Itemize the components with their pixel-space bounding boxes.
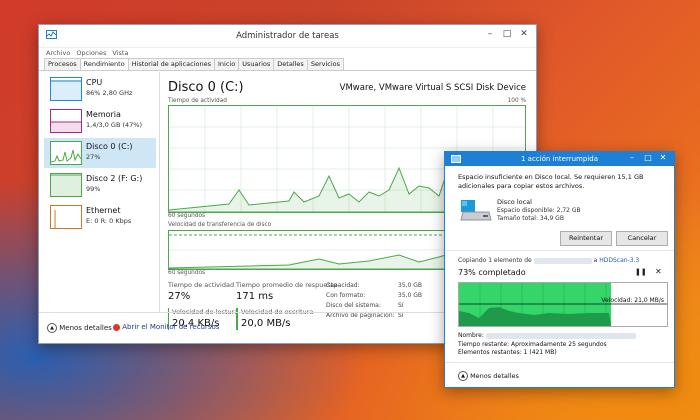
memory-thumbnail-graph [50,109,82,133]
divider [445,250,674,251]
disk-name: Disco local [497,198,532,206]
progress-text: 73% completado [458,268,526,277]
resource-monitor-icon [113,323,120,331]
less-details-button[interactable]: ▲ Menos detalles [47,323,112,333]
copy-interrupted-dialog: 1 acción interrumpida – □ ✕ Espacio insu… [444,151,675,388]
graph2-label: Velocidad de transferencia de disco [168,222,272,228]
tab-procesos[interactable]: Procesos [44,58,81,70]
disk-total: Tamaño total: 34,9 GB [497,215,564,222]
dialog-maximize-icon[interactable]: □ [640,153,656,162]
sidebar-item-disco-2[interactable]: Disco 2 (F: G:) 99% [44,170,156,200]
copying-to: a [593,257,598,264]
chevron-up-icon: ▲ [47,323,57,333]
dialog-close-icon[interactable]: ✕ [655,153,671,162]
cpu-thumbnail-graph [50,77,82,101]
maximize-icon[interactable]: □ [499,29,515,39]
info-system-value: Sí [398,302,404,309]
copy-speed-graph: Velocidad: 21,0 MB/s [458,282,668,327]
menu-archivo[interactable]: Archivo [46,49,70,57]
sidebar-item-disco-0[interactable]: Disco 0 (C:) 27% [44,138,156,168]
menu-vista[interactable]: Vista [112,49,128,57]
info-capacity-value: 35,0 GB [398,282,423,289]
task-manager-titlebar[interactable]: Administrador de tareas – □ ✕ [39,25,536,48]
activity-value: 27% [168,291,191,302]
error-message: Espacio insuficiente en Disco local. Se … [458,173,644,190]
disk2-thumbnail-graph [50,173,82,197]
items-remaining: Elementos restantes: 1 (421 MB) [458,349,557,356]
menu-bar: Archivo Opciones Vista [39,48,536,58]
speed-label: Velocidad: 21,0 MB/s [601,297,664,304]
open-resource-monitor-link[interactable]: Abrir el Monitor de recursos [113,323,219,331]
tab-detalles[interactable]: Detalles [273,58,308,70]
disk-free: Espacio disponible: 2,72 GB [497,207,581,214]
speed-curve [459,283,667,326]
sidebar-item-sub: 1,4/3,0 GB (47%) [86,121,143,129]
sidebar-item-sub: 27% [86,153,101,161]
sidebar-item-sub: 99% [86,185,101,193]
info-capacity-key: Capacidad: [326,282,360,289]
response-label: Tiempo promedio de respuesta [236,281,338,289]
copy-status-line: Copiando 1 elemento de a HDDScan-3.3 [458,257,670,264]
tab-bar: Procesos Rendimiento Historial de aplica… [39,58,536,71]
resource-monitor-label: Abrir el Monitor de recursos [122,323,220,331]
window-title: Administrador de tareas [236,31,339,41]
graph1-label: Tiempo de actividad [168,98,227,104]
disk-local-item[interactable]: Disco local Espacio disponible: 2,72 GB … [453,196,667,230]
tab-rendimiento[interactable]: Rendimiento [79,58,129,70]
cancel-button[interactable]: Cancelar [616,231,668,246]
sidebar-item-sub: 86% 2,80 GHz [86,89,133,97]
sidebar-item-label: CPU [86,78,103,87]
source-path-blurred [533,257,592,264]
tab-usuarios[interactable]: Usuarios [238,58,275,70]
sidebar-item-sub: E: 0 R: 0 Kbps [86,217,132,225]
sidebar-item-label: Ethernet [86,206,121,215]
pause-icon[interactable]: ❚❚ [635,268,647,276]
graph2-time: 60 segundos [168,270,206,276]
activity-label: Tiempo de actividad [168,281,235,289]
disk0-thumbnail-graph [50,141,82,165]
retry-button[interactable]: Reintentar [560,231,612,246]
destination-link[interactable]: HDDScan-3.3 [599,257,639,264]
ethernet-thumbnail-graph [50,205,82,229]
response-value: 171 ms [236,291,274,302]
divider [445,362,674,363]
close-icon[interactable]: ✕ [516,29,532,39]
sidebar-item-label: Disco 0 (C:) [86,142,133,151]
chevron-up-icon: ▲ [458,371,468,381]
page-title: Disco 0 (C:) [168,80,244,95]
dialog-less-details-label: Menos detalles [470,372,519,380]
graph1-time: 60 segundos [168,213,206,219]
sidebar-item-label: Disco 2 (F: G:) [86,174,143,183]
sidebar-item-cpu[interactable]: CPU 86% 2,80 GHz [44,74,156,104]
time-remaining: Tiempo restante: Aproximadamente 25 segu… [458,341,607,348]
info-system-key: Disco del sistema: [326,302,381,309]
tab-servicios[interactable]: Servicios [306,58,345,70]
sidebar-item-ethernet[interactable]: Ethernet E: 0 R: 0 Kbps [44,202,156,232]
menu-opciones[interactable]: Opciones [76,49,106,57]
tab-inicio[interactable]: Inicio [213,58,240,70]
dialog-less-details-button[interactable]: ▲ Menos detalles [458,371,519,381]
dialog-minimize-icon[interactable]: – [624,153,640,162]
device-name: VMware, VMware Virtual S SCSI Disk Devic… [339,83,526,93]
performance-sidebar: CPU 86% 2,80 GHz Memoria 1,4/3,0 GB (47%… [44,72,160,312]
tab-historial[interactable]: Historial de aplicaciones [127,58,215,70]
hard-drive-icon [460,200,492,221]
minimize-icon[interactable]: – [482,29,498,39]
name-label: Nombre: [458,332,484,339]
copying-prefix: Copiando 1 elemento de [458,257,532,264]
less-details-label: Menos detalles [59,324,112,332]
info-format-value: 35,0 GB [398,292,423,299]
graph1-max: 100 % [507,98,526,104]
close-icon[interactable]: ✕ [655,267,662,276]
info-format-key: Con formato: [326,292,366,299]
file-name-blurred [485,332,636,339]
sidebar-item-label: Memoria [86,110,121,119]
name-row: Nombre: [458,332,636,339]
dialog-titlebar[interactable]: 1 acción interrumpida – □ ✕ [445,152,674,166]
sidebar-item-memoria[interactable]: Memoria 1,4/3,0 GB (47%) [44,106,156,136]
